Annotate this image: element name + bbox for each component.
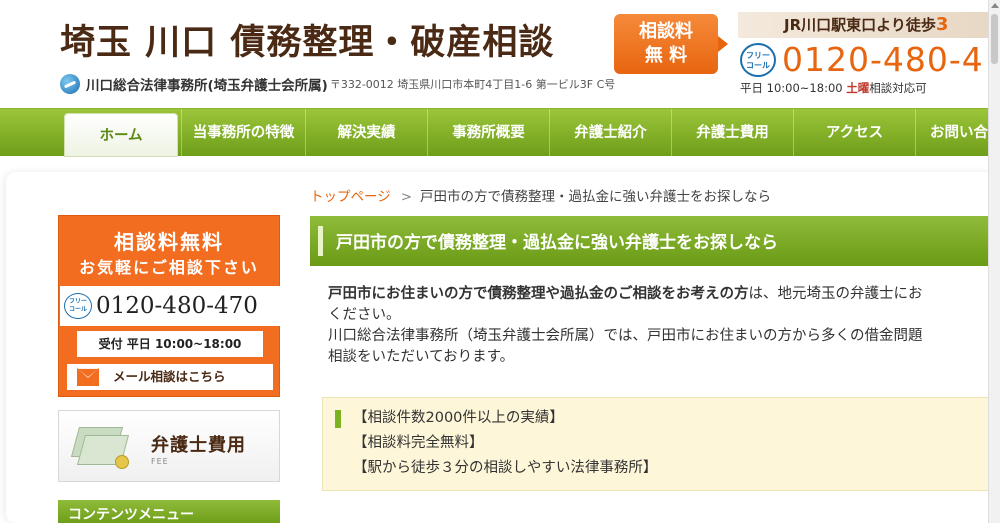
freecall-icon: フリー コール — [64, 293, 92, 319]
station-access: JR川口駅東口より徒歩3 — [738, 12, 1000, 38]
freecall-line1: フリー — [68, 298, 87, 305]
hours-suffix: 相談対応可 — [869, 81, 927, 95]
freecall-icon: フリー コール — [740, 42, 776, 77]
feature-item: 【駅から徒歩３分の相談しやすい法律事務所】 — [353, 460, 658, 476]
header-phone[interactable]: フリー コール 0120-480-4 — [740, 40, 984, 79]
feature-accent-bar — [335, 410, 341, 428]
nav-access[interactable]: アクセス — [793, 109, 915, 157]
fee-title: 弁護士費用 — [151, 435, 246, 456]
scroll-up-arrow-icon[interactable] — [991, 3, 999, 8]
nav-office[interactable]: 事務所概要 — [427, 109, 549, 157]
nav-results[interactable]: 解決実績 — [305, 109, 427, 157]
consult-box: 相談料無料 お気軽にご相談下さい フリー コール 0120-480-470 受付… — [58, 215, 280, 397]
scroll-thumb[interactable] — [991, 14, 998, 64]
fee-subtitle: FEE — [151, 457, 169, 466]
station-minutes: 3 — [935, 14, 949, 35]
vertical-scrollbar[interactable] — [988, 0, 1000, 523]
page-heading-box: 戸田市の方で債務整理・過払金に強い弁護士をお探しなら — [310, 216, 1000, 266]
intro-line-3: 川口総合法律事務所（埼玉弁護士会所属）では、戸田市にお住まいの方から多くの借金問… — [328, 328, 923, 344]
feature-list: 【相談件数2000件以上の実績】 【相談料完全無料】 【駅から徒歩３分の相談しや… — [353, 406, 657, 481]
site-header: 埼玉 川口 債務整理・破産相談 川口総合法律事務所(埼玉弁護士会所属) 〒332… — [0, 0, 1000, 108]
nav-fees[interactable]: 弁護士費用 — [671, 109, 793, 157]
money-icon — [70, 427, 133, 471]
intro-line-2: ください。 — [328, 307, 401, 323]
intro-line-1: 戸田市にお住まいの方で債務整理や過払金のご相談をお考えの方は、地元埼玉の弁護士に… — [328, 284, 1000, 305]
free-consultation-badge: 相談料 無 料 — [614, 14, 728, 74]
freecall-line2: コール — [746, 60, 770, 70]
firm-info: 川口総合法律事務所(埼玉弁護士会所属) 〒332-0012 埼玉県川口市本町4丁… — [60, 74, 615, 94]
business-hours: 平日 10:00~18:00 土曜相談対応可 — [740, 80, 927, 96]
header-phone-number[interactable]: 0120-480-4 — [782, 40, 984, 79]
firm-logo-icon — [60, 74, 80, 94]
consult-phone-number[interactable]: 0120-480-470 — [96, 293, 258, 319]
consult-title: 相談料無料 — [114, 230, 224, 254]
nav-features[interactable]: 当事務所の特徴 — [181, 109, 305, 157]
firm-address: 〒332-0012 埼玉県川口市本町4丁目1-6 第一ビル3F C号 — [329, 78, 616, 91]
hours-saturday: 土曜 — [846, 81, 870, 95]
consult-phone[interactable]: フリー コール 0120-480-470 — [60, 286, 280, 326]
breadcrumb-home-link[interactable]: トップページ — [310, 189, 391, 205]
consult-hours: 受付 平日 10:00~18:00 — [77, 331, 263, 357]
heading-accent-bar — [318, 226, 323, 256]
freecall-line1: フリー — [746, 50, 770, 60]
freecall-line2: コール — [68, 306, 87, 313]
hours-weekday: 平日 10:00~18:00 — [740, 81, 847, 95]
breadcrumb: トップページ > 戸田市の方で債務整理・過払金に強い弁護士をお探しなら — [310, 185, 771, 205]
breadcrumb-current: 戸田市の方で債務整理・過払金に強い弁護士をお探しなら — [420, 189, 772, 205]
consult-subtitle: お気軽にご相談下さい — [79, 258, 259, 277]
badge-line2: 無 料 — [644, 45, 688, 66]
intro-line-4: 相談をいただいております。 — [328, 349, 515, 365]
features-box: 【相談件数2000件以上の実績】 【相談料完全無料】 【駅から徒歩３分の相談しや… — [322, 397, 1000, 491]
site-title[interactable]: 埼玉 川口 債務整理・破産相談 — [60, 14, 554, 65]
feature-item: 【相談件数2000件以上の実績】 — [353, 410, 564, 426]
content-menu-heading: コンテンツメニュー — [58, 500, 280, 523]
mail-icon — [77, 368, 99, 386]
mail-consult-label: メール相談はこちら — [113, 369, 226, 384]
intro-bold: 戸田市にお住まいの方で債務整理や過払金のご相談をお考えの方 — [328, 286, 749, 302]
page-title: 戸田市の方で債務整理・過払金に強い弁護士をお探しなら — [336, 233, 778, 253]
feature-item: 【相談料完全無料】 — [353, 435, 484, 451]
badge-line1: 相談料 — [639, 21, 693, 42]
nav-lawyers[interactable]: 弁護士紹介 — [549, 109, 671, 157]
global-nav: ホーム 当事務所の特徴 解決実績 事務所概要 弁護士紹介 弁護士費用 アクセス … — [0, 108, 1000, 157]
intro-rest: は、地元埼玉の弁護士にお — [748, 286, 923, 302]
mail-consult-button[interactable]: メール相談はこちら — [67, 364, 273, 390]
firm-name: 川口総合法律事務所(埼玉弁護士会所属) — [86, 78, 328, 94]
fee-banner[interactable]: 弁護士費用 FEE — [58, 410, 280, 482]
station-text: JR川口駅東口より徒歩 — [784, 16, 936, 34]
nav-home[interactable]: ホーム — [64, 113, 178, 157]
intro-text: 戸田市にお住まいの方で債務整理や過払金のご相談をお考えの方は、地元埼玉の弁護士に… — [328, 284, 1000, 368]
breadcrumb-separator: > — [400, 189, 413, 205]
